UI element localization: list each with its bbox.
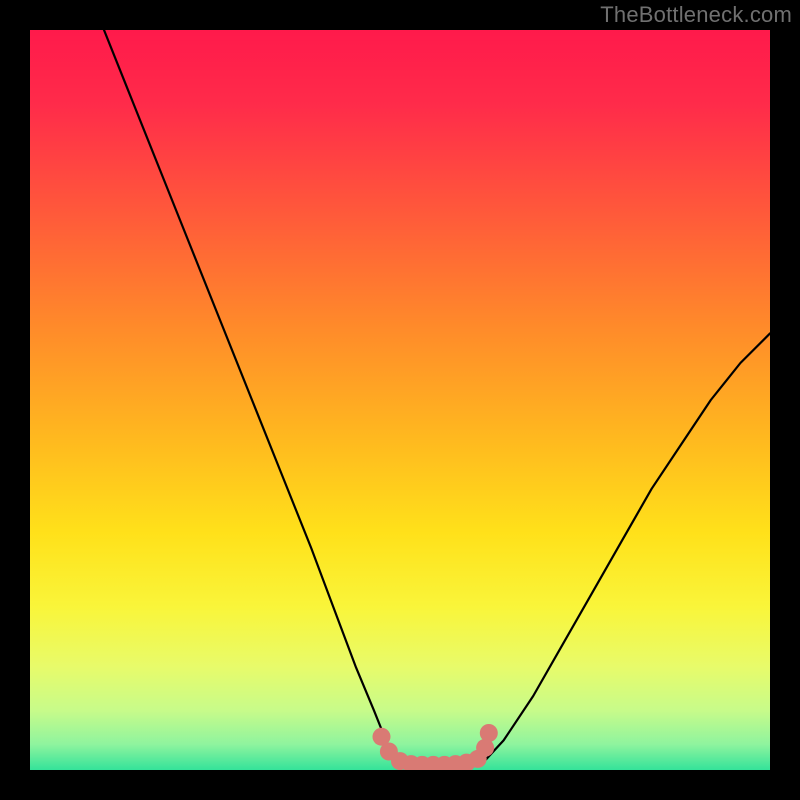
watermark-text: TheBottleneck.com (600, 2, 792, 28)
valley-marker-dot (480, 724, 498, 742)
bottleneck-curve-chart (30, 30, 770, 770)
chart-frame: TheBottleneck.com (0, 0, 800, 800)
plot-area (30, 30, 770, 770)
gradient-background (30, 30, 770, 770)
